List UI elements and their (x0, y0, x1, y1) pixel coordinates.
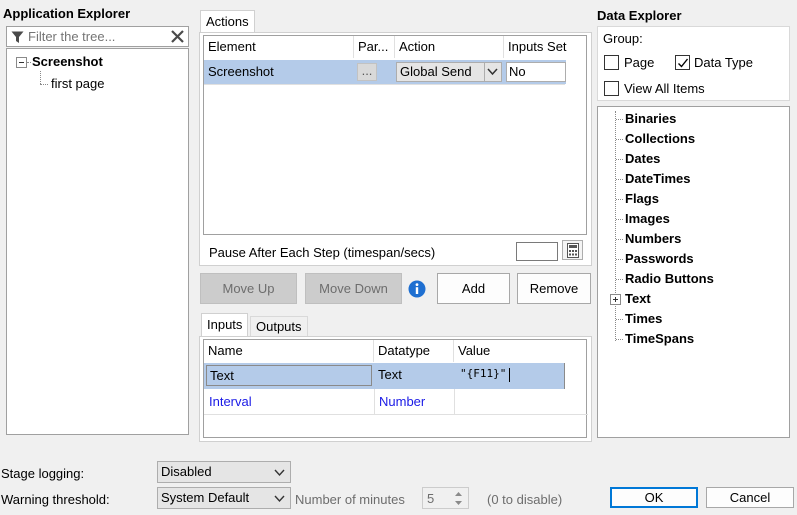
input-datatype: Text (378, 367, 402, 382)
data-item-collections[interactable]: Collections (625, 131, 695, 146)
tab-outputs[interactable]: Outputs (250, 316, 308, 337)
warning-threshold-select[interactable]: System Default (157, 487, 291, 509)
calculator-icon (567, 243, 579, 258)
app-explorer-tree: Screenshot first page (6, 48, 189, 435)
data-item-flags[interactable]: Flags (625, 191, 659, 206)
group-box: Group: Page Data Type View All Items (597, 26, 790, 101)
tree-node-first-page[interactable]: first page (51, 76, 104, 91)
chevron-down-icon (274, 469, 285, 477)
tab-actions[interactable]: Actions (200, 10, 255, 33)
params-button[interactable]: ... (357, 63, 377, 81)
view-all-checkbox[interactable] (604, 81, 619, 96)
chevron-down-icon (487, 68, 498, 76)
tree-filter-box[interactable] (6, 26, 189, 47)
inputs-grid: Name Datatype Value Text Text "{F11}" In… (203, 339, 588, 438)
header-action[interactable]: Action (395, 36, 504, 58)
move-down-button[interactable]: Move Down (305, 273, 402, 304)
warning-threshold-label: Warning threshold: (1, 492, 110, 507)
stage-logging-label: Stage logging: (1, 466, 85, 481)
data-type-checkbox[interactable] (675, 55, 690, 70)
pause-input[interactable] (516, 242, 558, 261)
input-name: Interval (209, 394, 252, 409)
chevron-down-icon (274, 495, 285, 503)
tree-filter-input[interactable] (28, 28, 168, 45)
table-row[interactable]: Text Text "{F11}" (204, 363, 566, 389)
group-label: Group: (603, 31, 643, 46)
cancel-button[interactable]: Cancel (706, 487, 794, 508)
data-item-numbers[interactable]: Numbers (625, 231, 681, 246)
action-select[interactable]: Global Send (396, 62, 502, 82)
header-params[interactable]: Par... (354, 36, 395, 58)
table-row[interactable]: Screenshot ... Global Send No (204, 60, 566, 84)
spin-up-icon[interactable] (454, 491, 463, 497)
data-item-text[interactable]: Text (625, 291, 651, 306)
app-explorer-title: Application Explorer (3, 6, 131, 21)
minutes-stepper[interactable]: 5 (422, 487, 469, 509)
data-item-times[interactable]: Times (625, 311, 662, 326)
minutes-label: Number of minutes (295, 492, 405, 507)
header-inputs-set[interactable]: Inputs Set (504, 36, 588, 58)
data-type-checkbox-label[interactable]: Data Type (694, 55, 753, 70)
view-all-checkbox-label[interactable]: View All Items (624, 81, 705, 96)
tab-inputs[interactable]: Inputs (201, 313, 249, 337)
stage-logging-select[interactable]: Disabled (157, 461, 291, 483)
remove-button[interactable]: Remove (517, 273, 591, 304)
data-item-radio-buttons[interactable]: Radio Buttons (625, 271, 714, 286)
calculator-button[interactable] (562, 240, 583, 260)
row-element: Screenshot (208, 64, 274, 79)
header-value[interactable]: Value (454, 340, 588, 362)
data-item-timespans[interactable]: TimeSpans (625, 331, 694, 346)
checkmark-icon (678, 58, 689, 68)
disable-hint: (0 to disable) (487, 492, 563, 507)
input-datatype: Number (379, 394, 426, 409)
data-item-datetimes[interactable]: DateTimes (625, 171, 691, 186)
clear-filter-icon[interactable] (170, 29, 185, 44)
data-item-images[interactable]: Images (625, 211, 670, 226)
header-datatype[interactable]: Datatype (374, 340, 454, 362)
table-row[interactable]: Interval Number (204, 389, 588, 415)
input-value[interactable]: "{F11}" (460, 367, 506, 380)
collapse-icon[interactable] (16, 57, 27, 68)
expand-icon[interactable] (610, 294, 621, 305)
add-button[interactable]: Add (437, 273, 510, 304)
data-item-dates[interactable]: Dates (625, 151, 660, 166)
header-element[interactable]: Element (204, 36, 354, 58)
tree-node-screenshot[interactable]: Screenshot (32, 54, 103, 69)
data-item-binaries[interactable]: Binaries (625, 111, 676, 126)
data-item-passwords[interactable]: Passwords (625, 251, 694, 266)
input-name[interactable]: Text (206, 365, 372, 386)
header-name[interactable]: Name (204, 340, 374, 362)
filter-icon (11, 31, 24, 43)
spin-down-icon[interactable] (454, 500, 463, 506)
info-icon[interactable] (408, 280, 426, 298)
data-explorer-tree: Binaries Collections Dates DateTimes Fla… (597, 106, 790, 438)
ok-button[interactable]: OK (610, 487, 698, 508)
move-up-button[interactable]: Move Up (200, 273, 297, 304)
text-cursor (509, 368, 510, 382)
page-checkbox[interactable] (604, 55, 619, 70)
pause-label: Pause After Each Step (timespan/secs) (209, 245, 436, 260)
actions-grid: Element Par... Action Inputs Set Screens… (203, 35, 587, 235)
data-explorer-title: Data Explorer (597, 8, 682, 23)
inputs-set-field[interactable]: No (506, 62, 566, 82)
page-checkbox-label[interactable]: Page (624, 55, 654, 70)
